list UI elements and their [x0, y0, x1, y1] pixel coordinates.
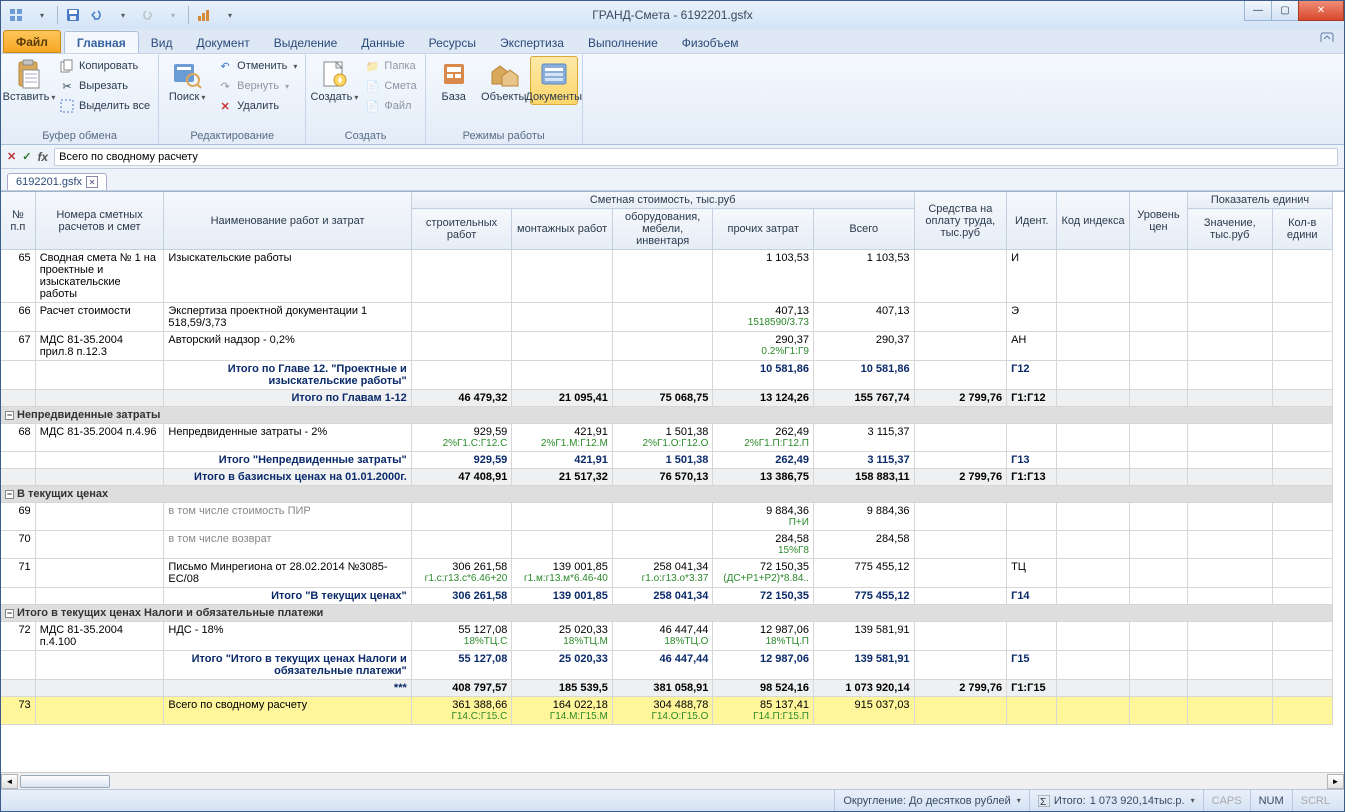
table-row[interactable]: Итого "Итого в текущих ценах Налоги и об…: [1, 651, 1333, 680]
documents-button[interactable]: Документы: [530, 56, 578, 105]
tab-selection[interactable]: Выделение: [262, 32, 350, 53]
tab-expertise[interactable]: Экспертиза: [488, 32, 576, 53]
table-row[interactable]: Итого по Главам 1-1246 479,3221 095,4175…: [1, 390, 1333, 407]
scroll-left[interactable]: ◄: [1, 774, 18, 789]
tab-main[interactable]: Главная: [64, 31, 139, 53]
table-row[interactable]: Итого "Непредвиденные затраты"929,59421,…: [1, 452, 1333, 469]
maximize-button[interactable]: ▢: [1271, 1, 1299, 21]
table-row[interactable]: ***408 797,57185 539,5381 058,9198 524,1…: [1, 680, 1333, 697]
document-tab[interactable]: 6192201.gsfx ✕: [7, 173, 107, 190]
tab-physvolume[interactable]: Физобъем: [670, 32, 751, 53]
status-bar: Округление: До десятков рублей ▾ Σ Итого…: [1, 789, 1344, 811]
sigma-icon: Σ: [1038, 795, 1050, 807]
save-icon[interactable]: [62, 4, 84, 26]
status-round[interactable]: Округление: До десятков рублей ▾: [834, 790, 1028, 811]
paste-button[interactable]: Вставить▾: [5, 56, 53, 105]
table-row[interactable]: 70в том числе возврат284,5815%Г8284,58: [1, 531, 1333, 559]
base-button[interactable]: База: [430, 56, 478, 105]
formula-bar: ✕ ✓ fx: [1, 145, 1344, 169]
formula-input[interactable]: [54, 148, 1338, 166]
close-button[interactable]: ✕: [1298, 1, 1344, 21]
qat-more[interactable]: ▾: [219, 4, 241, 26]
create-button[interactable]: Создать▾: [310, 56, 358, 105]
scroll-right[interactable]: ►: [1327, 774, 1344, 789]
group-clipboard: Буфер обмена: [5, 129, 154, 144]
help-icon[interactable]: [1320, 32, 1336, 48]
document-tabs: 6192201.gsfx ✕: [1, 169, 1344, 191]
close-doc-icon[interactable]: ✕: [86, 176, 98, 188]
search-button[interactable]: Поиск▾: [163, 56, 211, 105]
copy-button[interactable]: Копировать: [55, 56, 154, 76]
table-row[interactable]: 65Сводная смета № 1 на проектные и изыск…: [1, 250, 1333, 303]
grid-dd[interactable]: ▾: [31, 4, 53, 26]
redo-button[interactable]: ↷Вернуть▾: [213, 76, 301, 96]
table-row[interactable]: 66Расчет стоимостиЭкспертиза проектной д…: [1, 303, 1333, 332]
grid[interactable]: № п.п Номера сметных расчетов и смет Наи…: [1, 191, 1344, 772]
file-button[interactable]: 📄Файл: [360, 96, 420, 116]
bars-icon[interactable]: [193, 4, 215, 26]
tab-view[interactable]: Вид: [139, 32, 185, 53]
table-row[interactable]: −Итого в текущих ценах Налоги и обязател…: [1, 605, 1333, 622]
tab-data[interactable]: Данные: [349, 32, 416, 53]
delete-button[interactable]: ✕Удалить: [213, 96, 301, 116]
tab-execution[interactable]: Выполнение: [576, 32, 670, 53]
svg-text:Σ: Σ: [1040, 797, 1046, 807]
objects-button[interactable]: Объекты: [480, 56, 528, 105]
undo-dd[interactable]: ▾: [112, 4, 134, 26]
redo-icon[interactable]: [136, 4, 158, 26]
scrl-indicator: SCRL: [1292, 790, 1338, 811]
table-row[interactable]: 72МДС 81-35.2004 п.4.100НДС - 18%55 127,…: [1, 622, 1333, 651]
col-nomera[interactable]: Номера сметных расчетов и смет: [35, 192, 164, 250]
collapse-icon[interactable]: −: [5, 609, 14, 618]
status-total: Σ Итого: 1 073 920,14тыс.р. ▾: [1029, 790, 1203, 811]
col-ident[interactable]: Идент.: [1007, 192, 1057, 250]
table-row[interactable]: 68МДС 81-35.2004 п.4.96Непредвиденные за…: [1, 424, 1333, 452]
fx-icon[interactable]: fx: [37, 150, 48, 164]
col-kod[interactable]: Код индекса: [1057, 192, 1129, 250]
table-row[interactable]: 73Всего по сводному расчету361 388,66Г14…: [1, 697, 1333, 725]
col-ur[interactable]: Уровень цен: [1129, 192, 1187, 250]
cut-button[interactable]: ✂Вырезать: [55, 76, 154, 96]
grid-icon[interactable]: [5, 4, 27, 26]
undo-button[interactable]: ↶Отменить▾: [213, 56, 301, 76]
select-all-button[interactable]: Выделить все: [55, 96, 154, 116]
col-smet[interactable]: Сметная стоимость, тыс.руб: [411, 192, 914, 209]
accept-formula[interactable]: ✓: [22, 150, 31, 163]
scroll-thumb[interactable]: [20, 775, 110, 788]
group-create: Создать: [310, 129, 420, 144]
collapse-icon[interactable]: −: [5, 490, 14, 499]
table-row[interactable]: 67МДС 81-35.2004 прил.8 п.12.3Авторский …: [1, 332, 1333, 361]
table-row[interactable]: Итого в базисных ценах на 01.01.2000г.47…: [1, 469, 1333, 486]
col-pok[interactable]: Показатель единич: [1188, 192, 1333, 209]
tab-document[interactable]: Документ: [184, 32, 261, 53]
table-row[interactable]: 69в том числе стоимость ПИР9 884,36П+И9 …: [1, 503, 1333, 531]
num-indicator: NUM: [1250, 790, 1292, 811]
table-row[interactable]: Итого по Главе 12. "Проектные и изыскате…: [1, 361, 1333, 390]
col-sred[interactable]: Средства на оплату труда, тыс.руб: [914, 192, 1007, 250]
minimize-button[interactable]: ―: [1244, 1, 1272, 21]
table-row[interactable]: −Непредвиденные затраты: [1, 407, 1333, 424]
cancel-formula[interactable]: ✕: [7, 150, 16, 163]
redo-dd[interactable]: ▾: [162, 4, 184, 26]
col-naim[interactable]: Наименование работ и затрат: [164, 192, 411, 250]
folder-button[interactable]: 📁Папка: [360, 56, 420, 76]
collapse-icon[interactable]: −: [5, 411, 14, 420]
ribbon-tabs: Файл Главная Вид Документ Выделение Данн…: [1, 29, 1344, 53]
table-row[interactable]: 71Письмо Минрегиона от 28.02.2014 №3085-…: [1, 559, 1333, 588]
col-pp[interactable]: № п.п: [1, 192, 35, 250]
smeta-button[interactable]: 📄Смета: [360, 76, 420, 96]
tab-file[interactable]: Файл: [3, 30, 61, 53]
ribbon: Вставить▾ Копировать ✂Вырезать Выделить …: [1, 53, 1344, 145]
group-modes: Режимы работы: [430, 129, 578, 144]
tab-resources[interactable]: Ресурсы: [417, 32, 488, 53]
group-editing: Редактирование: [163, 129, 301, 144]
h-scrollbar[interactable]: ◄ ►: [1, 772, 1344, 789]
table-row[interactable]: −В текущих ценах: [1, 486, 1333, 503]
undo-icon[interactable]: [86, 4, 108, 26]
titlebar: ▾ ▾ ▾ ▾ ГРАНД-Смета - 6192201.gsfx ― ▢ ✕: [1, 1, 1344, 29]
caps-indicator: CAPS: [1203, 790, 1250, 811]
table-row[interactable]: Итого "В текущих ценах"306 261,58139 001…: [1, 588, 1333, 605]
